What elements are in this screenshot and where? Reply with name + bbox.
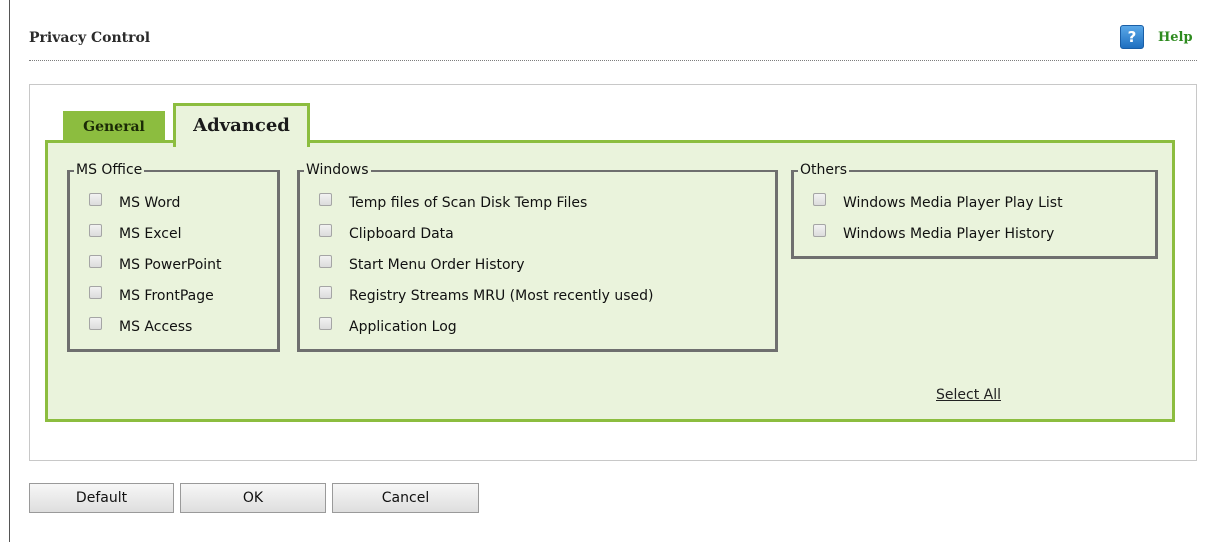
option-label: MS Access	[119, 319, 193, 335]
help-icon[interactable]: ?	[1120, 25, 1144, 49]
tab-general[interactable]: General	[63, 111, 165, 143]
option-label: Registry Streams MRU (Most recently used…	[349, 288, 654, 304]
option-temp-files[interactable]: Temp files of Scan Disk Temp Files	[319, 192, 588, 211]
tab-advanced[interactable]: Advanced	[173, 103, 310, 147]
option-application-log[interactable]: Application Log	[319, 316, 457, 335]
option-wmp-play-list[interactable]: Windows Media Player Play List	[813, 192, 1063, 211]
option-label: MS Excel	[119, 226, 182, 242]
cancel-button[interactable]: Cancel	[332, 483, 479, 513]
group-legend-ms-office: MS Office	[74, 162, 145, 178]
checkbox[interactable]	[89, 285, 102, 299]
checkbox[interactable]	[813, 223, 826, 237]
title-divider	[29, 60, 1197, 61]
option-ms-word[interactable]: MS Word	[89, 192, 181, 211]
option-clipboard-data[interactable]: Clipboard Data	[319, 223, 454, 242]
group-ms-office: MS Office MS Word MS Excel MS PowerPoint…	[67, 162, 280, 352]
option-wmp-history[interactable]: Windows Media Player History	[813, 223, 1055, 242]
help-link-group[interactable]: ? Help	[1120, 25, 1193, 49]
checkbox[interactable]	[89, 223, 102, 237]
option-label: MS PowerPoint	[119, 257, 222, 273]
checkbox[interactable]	[319, 254, 332, 268]
option-label: Start Menu Order History	[349, 257, 525, 273]
option-ms-access[interactable]: MS Access	[89, 316, 193, 335]
select-all-link[interactable]: Select All	[936, 387, 1001, 403]
ok-button[interactable]: OK	[180, 483, 326, 513]
option-start-menu-order[interactable]: Start Menu Order History	[319, 254, 525, 273]
option-label: Temp files of Scan Disk Temp Files	[349, 195, 588, 211]
window-left-border	[9, 0, 10, 542]
option-label: Application Log	[349, 319, 457, 335]
checkbox[interactable]	[319, 192, 332, 206]
checkbox[interactable]	[319, 316, 332, 330]
option-label: Windows Media Player Play List	[843, 195, 1063, 211]
option-ms-powerpoint[interactable]: MS PowerPoint	[89, 254, 222, 273]
group-others: Others Windows Media Player Play List Wi…	[791, 162, 1158, 259]
advanced-tab-content: MS Office MS Word MS Excel MS PowerPoint…	[45, 140, 1175, 422]
checkbox[interactable]	[319, 223, 332, 237]
option-registry-streams-mru[interactable]: Registry Streams MRU (Most recently used…	[319, 285, 654, 304]
checkbox[interactable]	[89, 254, 102, 268]
option-label: Clipboard Data	[349, 226, 454, 242]
option-ms-frontpage[interactable]: MS FrontPage	[89, 285, 214, 304]
checkbox[interactable]	[319, 285, 332, 299]
group-legend-others: Others	[798, 162, 850, 178]
default-button[interactable]: Default	[29, 483, 174, 513]
page-title: Privacy Control	[29, 30, 151, 46]
checkbox[interactable]	[89, 316, 102, 330]
checkbox[interactable]	[813, 192, 826, 206]
option-ms-excel[interactable]: MS Excel	[89, 223, 182, 242]
group-legend-windows: Windows	[304, 162, 371, 178]
help-link[interactable]: Help	[1158, 30, 1193, 45]
checkbox[interactable]	[89, 192, 102, 206]
option-label: Windows Media Player History	[843, 226, 1055, 242]
option-label: MS Word	[119, 195, 181, 211]
group-windows: Windows Temp files of Scan Disk Temp Fil…	[297, 162, 778, 352]
option-label: MS FrontPage	[119, 288, 214, 304]
